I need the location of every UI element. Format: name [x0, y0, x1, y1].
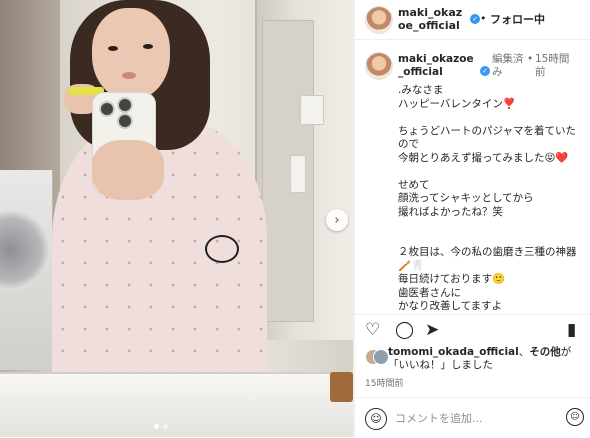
eye [143, 44, 153, 49]
eye [108, 46, 118, 51]
username-link[interactable]: maki_okazoe_official [398, 6, 468, 32]
action-bar: ♡ ◯ ➤ ▮ [355, 314, 590, 345]
carousel-indicator [154, 424, 168, 429]
separator: • [527, 53, 534, 65]
username-text: maki_okazoe_official [398, 53, 474, 78]
door-panel [262, 20, 314, 322]
verified-badge-icon: ✓ [480, 66, 490, 76]
emoji-icon[interactable]: ☺ [566, 408, 584, 426]
avatar[interactable] [365, 6, 393, 34]
counter [0, 372, 353, 437]
post-caption: .みなさま ハッピーバレンタイン❣️ ちょうどハートのパジャマを着ていたので 今… [398, 84, 577, 310]
bracelet [205, 235, 239, 263]
next-image-button[interactable]: › [326, 209, 348, 231]
camera-lens [117, 97, 133, 113]
post-time[interactable]: 15時間前 [535, 53, 575, 79]
post-sidebar: maki_okazoe_official ✓ • フォロー中 maki_okaz… [355, 0, 590, 437]
emoji-icon[interactable]: ☺ [365, 408, 387, 430]
post-username-link[interactable]: maki_okazoe_official [398, 53, 478, 79]
wall-switch [290, 155, 306, 193]
carousel-dot-active [154, 424, 159, 429]
separator: 、 [518, 346, 530, 358]
liker-avatar[interactable] [373, 349, 389, 365]
wall-switch [300, 95, 324, 125]
comment-input[interactable] [395, 409, 555, 427]
following-button[interactable]: フォロー中 [490, 11, 545, 27]
lips [122, 72, 136, 79]
comment-icon[interactable]: ◯ [395, 321, 414, 339]
hand [92, 140, 164, 200]
bookmark-icon[interactable]: ▮ [567, 321, 576, 339]
verified-badge-icon: ✓ [470, 14, 480, 24]
separator: • [480, 12, 487, 25]
face [92, 8, 170, 100]
chevron-right-icon: › [334, 212, 340, 228]
comment-bar: ☺ ☺ [355, 397, 590, 438]
avatar[interactable] [365, 52, 393, 80]
camera-lens [117, 113, 133, 129]
liker-username-link[interactable]: tomomi_okada_official [388, 346, 519, 358]
likes-summary: tomomi_okada_official、その他が「いいね！」しました [388, 346, 588, 372]
edited-label: 編集済み [492, 53, 524, 78]
post-top-header: maki_okazoe_official ✓ • フォロー中 [355, 0, 590, 40]
post-image[interactable]: › [0, 0, 353, 437]
camera-lens [99, 101, 115, 117]
counter-edge [330, 372, 353, 402]
post-time[interactable]: 15時間前 [365, 376, 403, 389]
others-link[interactable]: その他 [529, 346, 561, 358]
heart-icon[interactable]: ♡ [365, 321, 380, 339]
username-text: maki_okazoe_official [398, 6, 463, 32]
share-icon[interactable]: ➤ [425, 321, 439, 339]
carousel-dot [163, 424, 168, 429]
